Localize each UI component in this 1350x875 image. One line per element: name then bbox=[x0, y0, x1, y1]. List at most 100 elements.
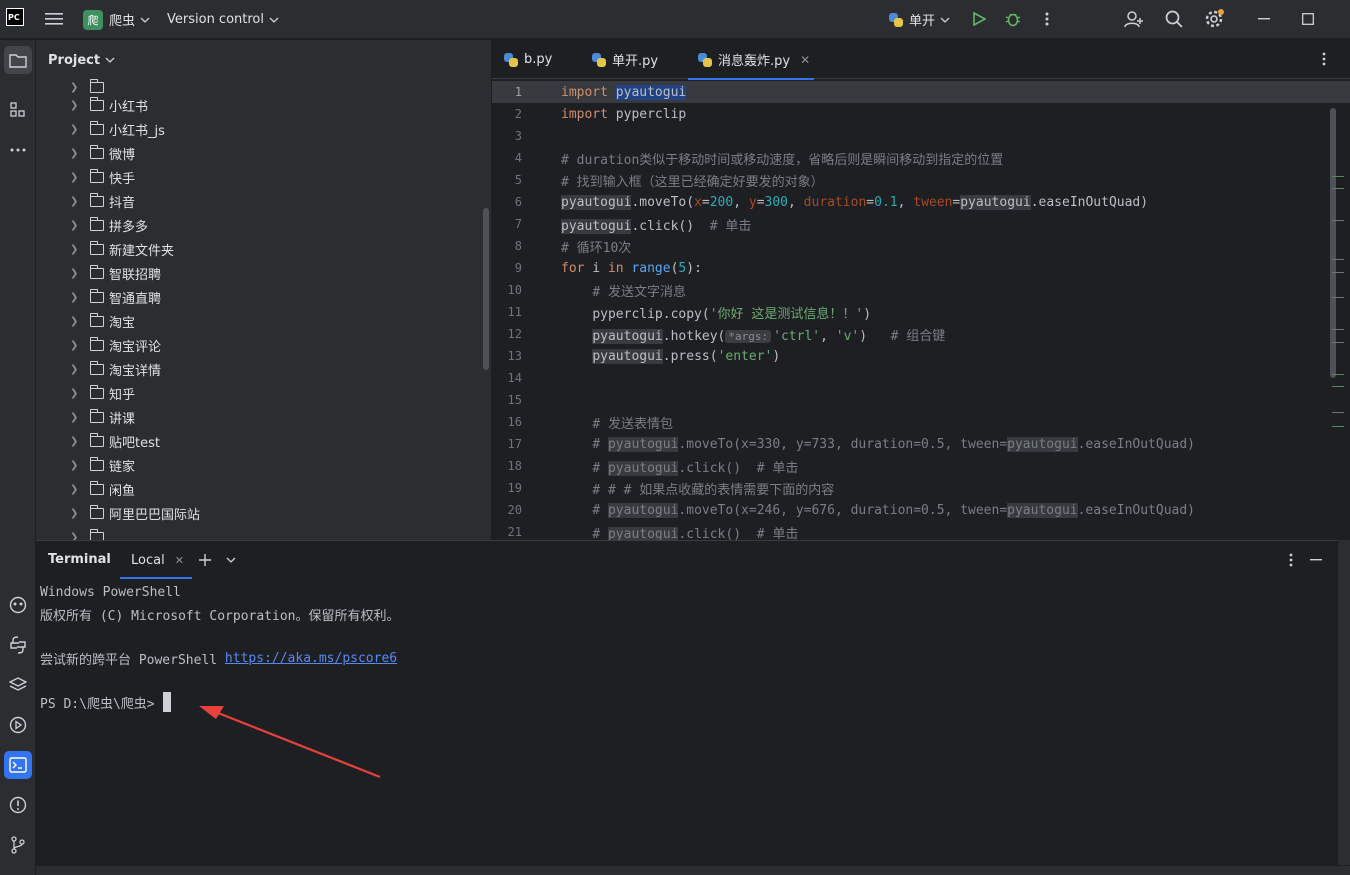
close-tab-icon[interactable]: ✕ bbox=[800, 53, 810, 67]
terminal-tab-local[interactable]: Local ✕ bbox=[120, 541, 192, 579]
tree-item[interactable]: ❯ 新建文件夹 bbox=[36, 237, 491, 261]
tab-b-py[interactable]: b.py bbox=[504, 40, 552, 79]
folder-icon bbox=[89, 312, 104, 327]
tab-message-bomb-py[interactable]: 消息轰炸.py ✕ bbox=[688, 40, 815, 80]
tree-item[interactable]: ❯ 阿里巴巴国际站 bbox=[36, 501, 491, 525]
close-tab-icon[interactable]: ✕ bbox=[175, 554, 184, 567]
code-line: 7 pyautogui.click() # 单击 bbox=[492, 213, 1350, 235]
vcs-selector[interactable]: Version control bbox=[167, 0, 279, 39]
project-scrollbar[interactable] bbox=[483, 208, 489, 370]
tree-item[interactable]: ❯ 贴吧test bbox=[36, 429, 491, 453]
hamburger-icon bbox=[45, 13, 63, 25]
editor-tabs: b.py 单开.py 消息轰炸.py ✕ bbox=[492, 40, 1350, 80]
terminal-output[interactable]: Windows PowerShell 版权所有 (C) Microsoft Co… bbox=[40, 581, 400, 713]
tab-dankai-py[interactable]: 单开.py bbox=[592, 40, 658, 79]
chevron-right-icon: ❯ bbox=[70, 291, 79, 303]
editor-scrollbar[interactable] bbox=[1330, 108, 1336, 378]
more-vertical-icon[interactable] bbox=[1289, 553, 1293, 567]
tree-item-label: 小红书 bbox=[109, 99, 149, 115]
code-with-me-button[interactable] bbox=[1120, 5, 1148, 33]
packages-tool-button[interactable] bbox=[4, 671, 32, 699]
tree-item-label: 链家 bbox=[109, 459, 136, 475]
tree-item[interactable]: ❯ 淘宝 bbox=[36, 309, 491, 333]
tree-item-label: 智联招聘 bbox=[109, 267, 162, 283]
change-marker bbox=[1332, 386, 1344, 387]
maximize-button[interactable] bbox=[1294, 5, 1322, 33]
code-area[interactable]: 1 import pyautogui 2 import pyperclip 3 4 #… bbox=[492, 81, 1350, 540]
code-line: 21 # pyautogui.click() # 单击 bbox=[492, 521, 1350, 540]
tree-item[interactable]: ❯ 拼多多 bbox=[36, 213, 491, 237]
tree-item-partial[interactable]: ❯ bbox=[36, 525, 491, 540]
project-selector[interactable]: 爬 爬虫 bbox=[83, 0, 150, 39]
tree-item-partial[interactable]: ❯ bbox=[36, 74, 491, 93]
chevron-right-icon: ❯ bbox=[70, 219, 79, 231]
tree-item[interactable]: ❯ 淘宝评论 bbox=[36, 333, 491, 357]
terminal-line: Windows PowerShell bbox=[40, 584, 181, 600]
hide-panel-icon[interactable] bbox=[1310, 559, 1322, 561]
tree-item[interactable]: ❯ 小红书 bbox=[36, 93, 491, 117]
folder-icon bbox=[89, 120, 104, 135]
tree-item[interactable]: ❯ 讲课 bbox=[36, 405, 491, 429]
tree-item[interactable]: ❯ 智联招聘 bbox=[36, 261, 491, 285]
ai-assistant-tool-button[interactable] bbox=[4, 591, 32, 619]
project-tool-button[interactable] bbox=[4, 46, 32, 74]
more-actions-button[interactable] bbox=[1033, 5, 1061, 33]
tree-item-label: 智通直聘 bbox=[109, 291, 162, 307]
code-line: 10 # 发送文字消息 bbox=[492, 279, 1350, 301]
debug-button[interactable] bbox=[999, 5, 1027, 33]
main-menu-button[interactable] bbox=[40, 5, 68, 33]
services-tool-button[interactable] bbox=[4, 711, 32, 739]
line-number: 10 bbox=[507, 283, 522, 297]
line-number: 17 bbox=[507, 437, 522, 451]
tree-item[interactable]: ❯ 链家 bbox=[36, 453, 491, 477]
change-marker bbox=[1332, 176, 1344, 177]
layers-icon bbox=[9, 677, 27, 691]
problems-tool-button[interactable] bbox=[4, 791, 32, 819]
chevron-right-icon: ❯ bbox=[70, 171, 79, 183]
line-number: 16 bbox=[507, 415, 522, 429]
terminal-line: 尝试新的跨平台 PowerShell https://aka.ms/pscore… bbox=[40, 650, 398, 668]
more-vertical-icon bbox=[1045, 12, 1049, 26]
tree-item-label: 贴吧test bbox=[109, 435, 160, 451]
search-button[interactable] bbox=[1160, 5, 1188, 33]
tree-item-label: 淘宝 bbox=[109, 315, 136, 331]
chevron-down-icon[interactable] bbox=[226, 557, 236, 563]
folder-icon bbox=[89, 288, 104, 303]
folder-icon bbox=[89, 240, 104, 255]
tree-item[interactable]: ❯ 快手 bbox=[36, 165, 491, 189]
line-number: 12 bbox=[507, 327, 522, 341]
code-line: 1 import pyautogui bbox=[492, 81, 1350, 103]
code-line: 16 # 发送表情包 bbox=[492, 411, 1350, 433]
tree-item[interactable]: ❯ 闲鱼 bbox=[36, 477, 491, 501]
settings-button[interactable] bbox=[1200, 5, 1228, 33]
tree-item[interactable]: ❯ 智通直聘 bbox=[36, 285, 491, 309]
tabs-more-button[interactable] bbox=[1322, 52, 1326, 70]
tree-item[interactable]: ❯ 微博 bbox=[36, 141, 491, 165]
run-config-selector[interactable]: 单开 bbox=[889, 0, 950, 39]
folder-icon bbox=[89, 456, 104, 471]
terminal-title: Terminal bbox=[48, 552, 111, 567]
tree-item[interactable]: ❯ 小红书_js bbox=[36, 117, 491, 141]
change-marker bbox=[1332, 342, 1344, 343]
folder-icon bbox=[89, 264, 104, 279]
pscore-link[interactable]: https://aka.ms/pscore6 bbox=[225, 651, 397, 666]
python-console-tool-button[interactable] bbox=[4, 631, 32, 659]
new-tab-plus-icon[interactable] bbox=[198, 553, 212, 567]
code-line: 4 # duration类似于移动时间或移动速度，省略后则是瞬间移动到指定的位置 bbox=[492, 147, 1350, 169]
chevron-right-icon: ❯ bbox=[70, 387, 79, 399]
project-tree: ❯ ❯ 小红书 ❯ 小红书_js ❯ 微博 ❯ 快手 ❯ 抖音 ❯ 拼多多 ❯ 新建文件夹 ❯… bbox=[36, 74, 491, 540]
tree-item[interactable]: ❯ 知乎 bbox=[36, 381, 491, 405]
title-bar: PC 爬 爬虫 Version control 单开 bbox=[0, 0, 1350, 39]
structure-tool-button[interactable] bbox=[4, 96, 32, 124]
code-line: 15 bbox=[492, 389, 1350, 411]
tree-item[interactable]: ❯ 抖音 bbox=[36, 189, 491, 213]
terminal-tool-button[interactable] bbox=[4, 751, 32, 779]
annotation-arrow bbox=[199, 706, 381, 779]
search-icon bbox=[1165, 10, 1183, 28]
git-tool-button[interactable] bbox=[4, 831, 32, 859]
tree-item[interactable]: ❯ 淘宝详情 bbox=[36, 357, 491, 381]
more-tools-button[interactable] bbox=[4, 136, 32, 164]
run-button[interactable] bbox=[965, 5, 993, 33]
tree-item-label: 抖音 bbox=[109, 195, 136, 211]
minimize-button[interactable] bbox=[1250, 5, 1278, 33]
